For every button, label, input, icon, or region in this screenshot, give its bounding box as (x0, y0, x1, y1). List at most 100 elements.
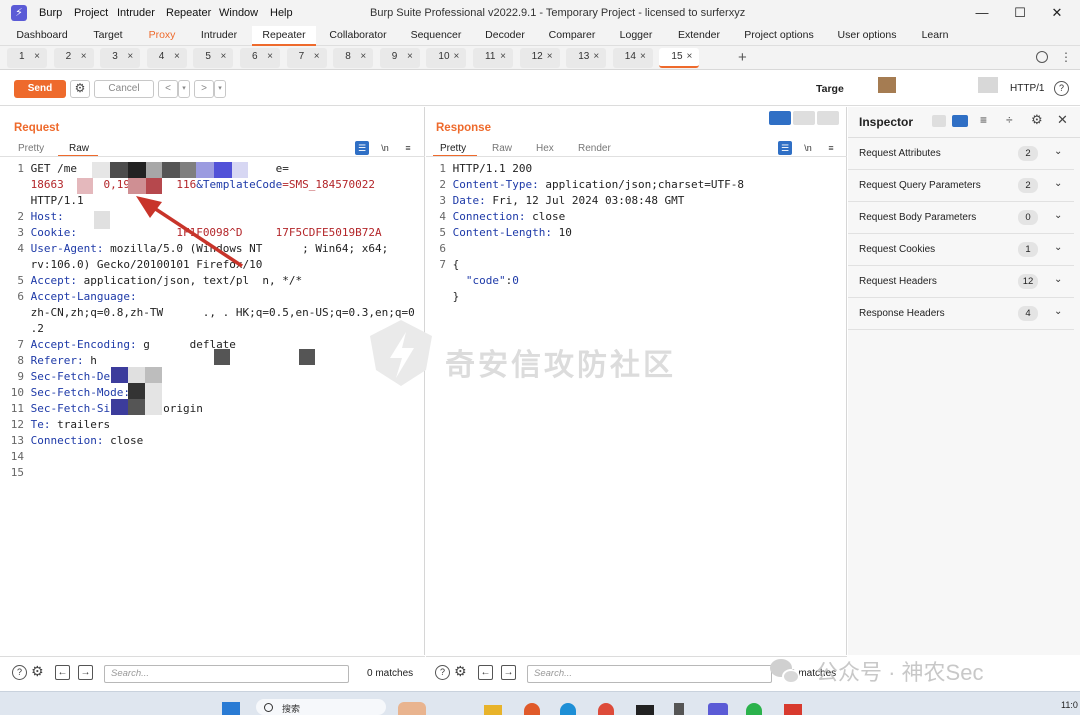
tab-repeater[interactable]: Repeater (252, 26, 316, 46)
inspector-section-request-body-parameters[interactable]: Request Body Parameters 0 ⌄ (848, 202, 1074, 234)
subtab-13[interactable]: 13 × (566, 48, 607, 68)
request-tab-pretty[interactable]: Pretty (18, 143, 44, 154)
firefox-icon[interactable] (524, 703, 540, 715)
close-tab-icon[interactable]: × (640, 51, 646, 62)
close-tab-icon[interactable]: × (174, 51, 180, 62)
help-icon[interactable]: ? (435, 665, 450, 680)
next-match-button[interactable]: → (78, 665, 93, 680)
collapse-icon[interactable]: ÷ (1006, 113, 1013, 127)
close-window-button[interactable]: ✕ (1042, 4, 1072, 22)
request-search-input[interactable]: Search... (104, 665, 349, 683)
menu-help[interactable]: Help (270, 7, 293, 19)
subtab-10[interactable]: 10 × (426, 48, 467, 68)
close-tab-icon[interactable]: × (221, 51, 227, 62)
close-tab-icon[interactable]: × (407, 51, 413, 62)
help-icon[interactable]: ? (1054, 81, 1069, 96)
back-button[interactable]: < (158, 80, 178, 98)
chevron-down-icon[interactable]: ⌄ (1054, 210, 1062, 221)
forward-dropdown-icon[interactable]: ▾ (214, 80, 226, 98)
response-tab-render[interactable]: Render (578, 143, 611, 154)
search-settings-gear-icon[interactable]: ⚙ (31, 663, 44, 680)
help-icon[interactable]: ? (12, 665, 27, 680)
inspector-settings-gear-icon[interactable]: ⚙ (1031, 112, 1043, 128)
response-tab-hex[interactable]: Hex (536, 143, 554, 154)
inspector-layout-icon[interactable] (932, 115, 946, 127)
wechat-taskbar-icon[interactable] (746, 703, 762, 715)
chevron-down-icon[interactable]: ⌄ (1054, 178, 1062, 189)
tab-extender[interactable]: Extender (670, 26, 728, 46)
tab-collaborator[interactable]: Collaborator (322, 26, 394, 46)
cancel-button[interactable]: Cancel (94, 80, 154, 98)
tab-logger[interactable]: Logger (610, 26, 662, 46)
request-tab-raw[interactable]: Raw (69, 143, 89, 154)
menu-icon[interactable]: ≡ (824, 141, 838, 155)
close-tab-icon[interactable]: × (314, 51, 320, 62)
minimize-button[interactable]: — (967, 4, 997, 22)
subtab-12[interactable]: 12 × (519, 48, 560, 68)
response-tab-pretty[interactable]: Pretty (440, 143, 466, 154)
chevron-down-icon[interactable]: ⌄ (1054, 306, 1062, 317)
menu-burp[interactable]: Burp (39, 7, 62, 19)
burp-taskbar-icon[interactable] (708, 703, 728, 715)
chrome-icon[interactable] (598, 703, 614, 715)
tab-user-options[interactable]: User options (830, 26, 904, 46)
more-options-icon[interactable]: ⋮ (1060, 50, 1072, 64)
search-icon[interactable] (1036, 51, 1048, 63)
previous-match-button[interactable]: ← (478, 665, 493, 680)
tab-sequencer[interactable]: Sequencer (402, 26, 470, 46)
subtab-5[interactable]: 5 × (193, 48, 234, 68)
close-tab-icon[interactable]: × (547, 51, 553, 62)
file-explorer-icon[interactable] (484, 705, 502, 715)
close-tab-icon[interactable]: × (454, 51, 460, 62)
subtab-8[interactable]: 8 × (333, 48, 374, 68)
inspector-section-request-cookies[interactable]: Request Cookies 1 ⌄ (848, 234, 1074, 266)
layout-horizontal-icon[interactable] (793, 111, 815, 125)
subtab-1[interactable]: 1 × (7, 48, 47, 68)
next-match-button[interactable]: → (501, 665, 516, 680)
tab-dashboard[interactable]: Dashboard (10, 26, 74, 46)
close-tab-icon[interactable]: × (593, 51, 599, 62)
windows-start-icon[interactable] (222, 702, 240, 715)
close-tab-icon[interactable]: × (687, 51, 693, 62)
inspector-section-response-headers[interactable]: Response Headers 4 ⌄ (848, 298, 1074, 330)
tab-comparer[interactable]: Comparer (540, 26, 604, 46)
subtab-14[interactable]: 14 × (612, 48, 653, 68)
close-inspector-icon[interactable]: ✕ (1057, 112, 1068, 128)
back-dropdown-icon[interactable]: ▾ (178, 80, 190, 98)
menu-intruder[interactable]: Intruder (117, 7, 155, 19)
response-tab-raw[interactable]: Raw (492, 143, 512, 154)
chevron-down-icon[interactable]: ⌄ (1054, 274, 1062, 285)
tab-intruder[interactable]: Intruder (190, 26, 248, 46)
tab-proxy[interactable]: Proxy (140, 26, 184, 46)
close-tab-icon[interactable]: × (360, 51, 366, 62)
subtab-9[interactable]: 9 × (379, 48, 420, 68)
terminal-icon[interactable] (636, 705, 654, 715)
subtab-3[interactable]: 3 × (100, 48, 141, 68)
tab-target[interactable]: Target (80, 26, 136, 46)
search-settings-gear-icon[interactable]: ⚙ (454, 663, 467, 680)
format-icon[interactable]: ☰ (355, 141, 369, 155)
tab-decoder[interactable]: Decoder (478, 26, 532, 46)
inspector-section-request-query-parameters[interactable]: Request Query Parameters 2 ⌄ (848, 170, 1074, 202)
send-button[interactable]: Send (14, 80, 66, 98)
subtab-15[interactable]: 15 × (659, 48, 700, 68)
inspector-layout-active-icon[interactable] (952, 115, 968, 127)
close-tab-icon[interactable]: × (81, 51, 87, 62)
settings-gear-icon[interactable]: ⚙ (70, 80, 90, 98)
menu-window[interactable]: Window (219, 7, 258, 19)
response-editor[interactable]: 1 HTTP/1.1 200 2 Content-Type: applicatio… (432, 161, 744, 305)
taskbar-app-icon[interactable] (398, 702, 426, 715)
menu-icon[interactable]: ≡ (401, 141, 415, 155)
newline-toggle-icon[interactable]: \n (801, 141, 815, 155)
close-tab-icon[interactable]: × (127, 51, 133, 62)
subtab-11[interactable]: 11 × (473, 48, 513, 68)
inspector-section-request-headers[interactable]: Request Headers 12 ⌄ (848, 266, 1074, 298)
close-tab-icon[interactable]: × (267, 51, 273, 62)
taskbar-search-input[interactable]: 搜索 (256, 699, 386, 715)
wps-icon[interactable] (784, 704, 802, 715)
chevron-down-icon[interactable]: ⌄ (1054, 242, 1062, 253)
subtab-7[interactable]: 7 × (286, 48, 327, 68)
subtab-2[interactable]: 2 × (53, 48, 94, 68)
add-tab-button[interactable]: + (738, 49, 747, 66)
layout-split-icon[interactable] (769, 111, 791, 125)
